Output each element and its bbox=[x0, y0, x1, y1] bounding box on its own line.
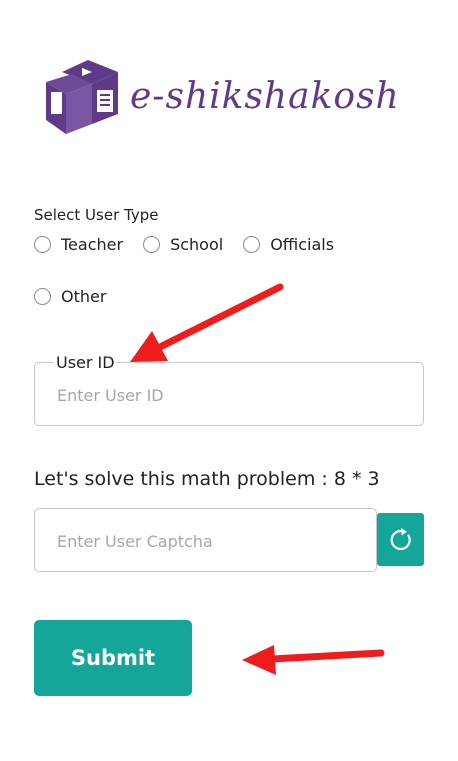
captcha-field[interactable] bbox=[34, 508, 399, 573]
radio-other[interactable]: Other bbox=[34, 287, 106, 306]
arrow-to-submit bbox=[242, 645, 385, 675]
brand-name: e-shikshakosh bbox=[130, 76, 400, 117]
refresh-captcha-button[interactable] bbox=[377, 513, 424, 566]
arrow-to-user-id bbox=[130, 283, 284, 362]
radio-label-teacher: Teacher bbox=[61, 235, 124, 254]
radio-circle[interactable] bbox=[34, 236, 51, 253]
user-id-input[interactable] bbox=[55, 363, 399, 427]
book-cube-logo-icon bbox=[46, 60, 118, 134]
submit-button[interactable]: Submit bbox=[34, 620, 192, 696]
user-type-radio-group-row-2: Other bbox=[34, 287, 126, 306]
radio-teacher[interactable]: Teacher bbox=[34, 235, 123, 254]
radio-circle[interactable] bbox=[34, 288, 51, 305]
radio-circle[interactable] bbox=[243, 236, 261, 253]
user-type-radio-group: Teacher School Officials bbox=[34, 235, 354, 254]
radio-officials[interactable]: Officials bbox=[243, 235, 334, 254]
radio-label-school: School bbox=[170, 235, 224, 254]
brand-logo: e-shikshakosh bbox=[42, 58, 422, 142]
captcha-input[interactable] bbox=[55, 509, 399, 573]
radio-circle[interactable] bbox=[143, 236, 161, 253]
captcha-question: Let's solve this math problem : 8 * 3 bbox=[34, 468, 380, 490]
user-type-label: Select User Type bbox=[34, 206, 159, 224]
refresh-icon bbox=[390, 527, 411, 550]
radio-label-officials: Officials bbox=[270, 235, 335, 254]
user-id-legend: User ID bbox=[54, 353, 117, 372]
radio-label-other: Other bbox=[61, 287, 107, 306]
radio-school[interactable]: School bbox=[143, 235, 223, 254]
